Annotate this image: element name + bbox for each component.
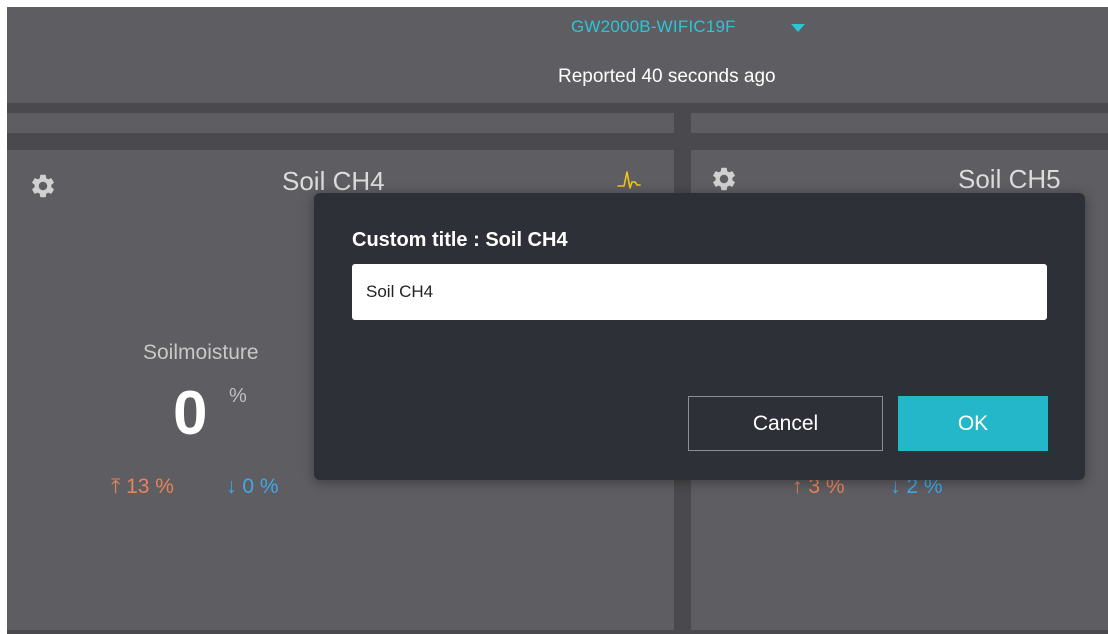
- section-divider: [691, 113, 1108, 133]
- dialog-title: Custom title : Soil CH4: [352, 229, 568, 251]
- gear-icon[interactable]: [29, 172, 57, 200]
- device-selector[interactable]: GW2000B-WIFIC19F: [571, 16, 805, 38]
- header: GW2000B-WIFIC19F Reported 40 seconds ago: [7, 7, 1108, 103]
- metric-unit: %: [229, 385, 247, 407]
- high-value: ⤒ 13 %: [111, 475, 174, 498]
- low-value: ↓ 0 %: [226, 475, 279, 498]
- device-name[interactable]: GW2000B-WIFIC19F: [571, 17, 736, 37]
- card-title: Soil CH5: [958, 164, 1061, 194]
- metric-label: Soilmoisture: [143, 341, 259, 364]
- caret-down-icon[interactable]: [790, 24, 805, 32]
- dashboard: GW2000B-WIFIC19F Reported 40 seconds ago…: [7, 7, 1108, 634]
- custom-title-input[interactable]: [352, 264, 1047, 320]
- cancel-button[interactable]: Cancel: [688, 396, 883, 451]
- section-divider: [7, 113, 674, 133]
- gear-icon[interactable]: [710, 165, 738, 193]
- reported-status: Reported 40 seconds ago: [558, 66, 776, 87]
- ok-button[interactable]: OK: [898, 396, 1048, 451]
- chart-icon[interactable]: [617, 168, 641, 192]
- custom-title-dialog: Custom title : Soil CH4 Cancel OK: [314, 193, 1085, 480]
- metric-value: 0: [173, 379, 208, 448]
